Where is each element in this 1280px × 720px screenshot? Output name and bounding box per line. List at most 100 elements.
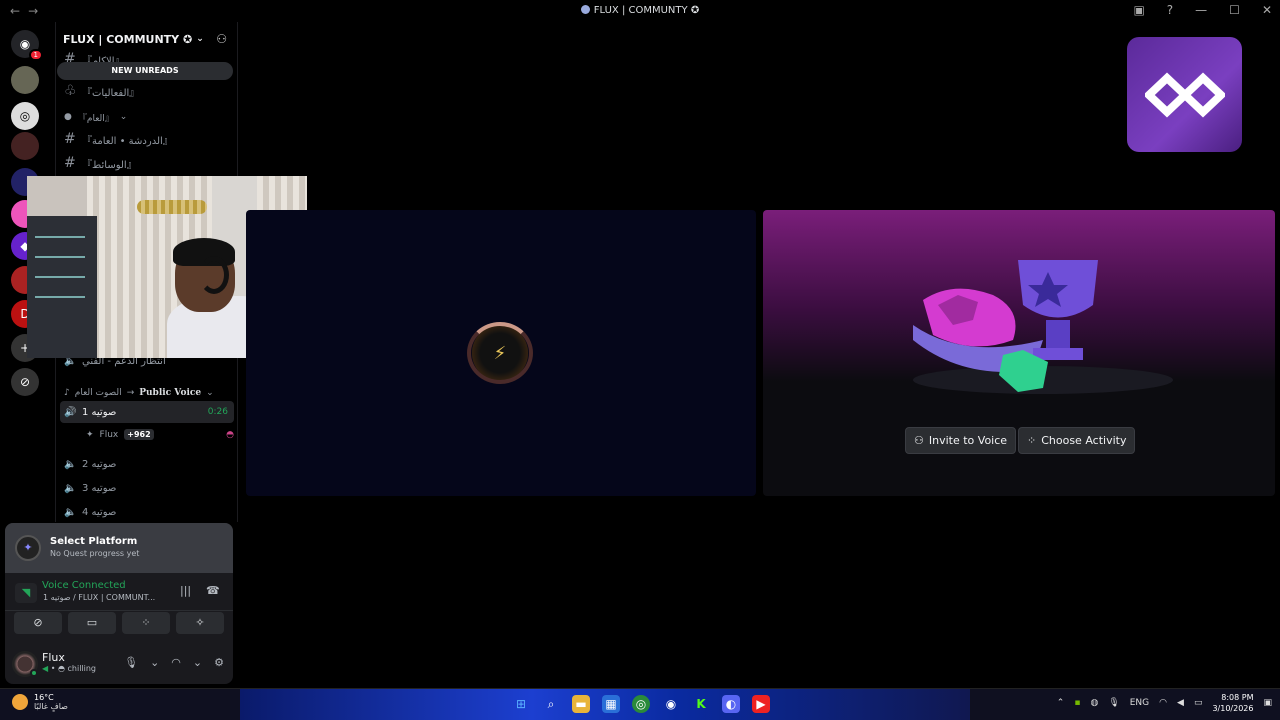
store-icon[interactable]: ▦ xyxy=(602,695,620,713)
choose-activity-button[interactable]: ⁘ Choose Activity xyxy=(1018,427,1136,454)
volume-icon[interactable]: ◀ xyxy=(1177,698,1184,708)
channel-label: صوتيه 4 xyxy=(82,506,117,518)
close-icon[interactable]: ✕ xyxy=(1262,3,1272,17)
weather-widget[interactable]: 16°C صافٍ غالبًا xyxy=(12,693,68,711)
chevron-down-icon: ⌄ xyxy=(196,34,204,44)
voice-channel-1[interactable]: 🔊 صوتيه 1 0:26 xyxy=(60,401,234,423)
server-icon-1[interactable] xyxy=(11,66,39,94)
new-unreads-banner[interactable]: NEW UNREADS xyxy=(57,62,233,80)
microphone-icon[interactable]: 🎙 xyxy=(124,656,138,669)
voice-channel-2[interactable]: 🔈 صوتيه 2 xyxy=(60,453,234,475)
channel-label: 『الفعاليات』 xyxy=(82,87,140,99)
tray-overflow-icon[interactable]: ⌃ xyxy=(1057,698,1065,708)
activities-button[interactable]: ⁘ xyxy=(122,612,170,634)
voice-channel-3[interactable]: 🔈 صوتيه 3 xyxy=(60,477,234,499)
language-indicator[interactable]: ENG xyxy=(1130,698,1149,708)
server-icon-3[interactable] xyxy=(11,132,39,160)
channel-general-chat[interactable]: # 『الدردشة • العامة』 xyxy=(60,128,234,150)
chevron-down-icon[interactable]: ⌄ xyxy=(193,656,202,669)
kick-icon[interactable]: K xyxy=(692,695,710,713)
invite-people-icon[interactable]: ⚇ xyxy=(216,32,227,46)
voice-category-icon: ♪ xyxy=(64,388,70,398)
category-general[interactable]: ● 『العام』 ⌄ xyxy=(60,106,234,128)
category-public-voice[interactable]: ♪ الصوت العام → Public Voice ⌄ xyxy=(64,388,214,398)
channel-events[interactable]: ♧ 『الفعاليات』 xyxy=(60,80,234,102)
invite-to-voice-button[interactable]: ⚇ Invite to Voice xyxy=(905,427,1017,454)
user-avatar: ✦ xyxy=(86,429,94,440)
file-explorer-icon[interactable]: ▬ xyxy=(572,695,590,713)
user-name[interactable]: Flux xyxy=(42,651,65,664)
user-status-text: chilling xyxy=(67,664,97,673)
taskbar: 16°C صافٍ غالبًا ⊞ ⌕ ▬ ▦ ◎ ◉ K ◐ ▶ ⌃ ▪ ◍… xyxy=(0,688,1280,720)
category-label-en: Public Voice xyxy=(139,388,202,398)
channel-media[interactable]: # 『الوسائط』 xyxy=(60,152,234,174)
camera-off-button[interactable]: ⊘ xyxy=(14,612,62,634)
channel-label: صوتيه 2 xyxy=(82,458,117,470)
channel-label: صوتيه 3 xyxy=(82,482,117,494)
voice-status[interactable]: Voice Connected xyxy=(42,580,126,591)
mic-tray-icon[interactable]: 🎙 xyxy=(1108,698,1119,708)
help-icon[interactable]: ? xyxy=(1167,3,1173,17)
quest-subtitle: No Quest progress yet xyxy=(50,549,140,558)
verified-badge-icon: ✪ xyxy=(179,32,193,46)
nvidia-icon[interactable]: ▪ xyxy=(1074,698,1080,708)
discord-home-icon[interactable]: ◉ 1 xyxy=(11,30,43,61)
youtube-icon[interactable]: ▶ xyxy=(752,695,770,713)
quest-banner[interactable]: ✦ Select Platform No Quest progress yet xyxy=(5,523,233,573)
quest-icon: ✦ xyxy=(15,535,41,561)
wifi-icon[interactable]: ◠ xyxy=(1159,698,1167,708)
channel-label: 『الدردشة • العامة』 xyxy=(82,135,173,147)
verified-icon: ✪ xyxy=(690,5,700,16)
headphones-icon[interactable]: ◠ xyxy=(171,656,181,669)
noise-suppression-icon[interactable]: ||| xyxy=(180,584,191,597)
steam-icon[interactable]: ◍ xyxy=(1090,698,1098,708)
voice-timer: 0:26 xyxy=(207,407,228,417)
voice-user-name: Flux xyxy=(99,429,119,440)
clock-date: 3/10/2026 xyxy=(1212,704,1254,713)
discover-icon[interactable]: ⊘ xyxy=(11,368,39,396)
voice-location[interactable]: صوتيه 1 / FLUX | COMMUNT... xyxy=(43,593,173,602)
inbox-icon[interactable]: ▣ xyxy=(1133,3,1144,17)
speaker-icon: 🔈 xyxy=(64,506,77,518)
temperature: 16°C xyxy=(34,693,54,702)
start-icon[interactable]: ⊞ xyxy=(512,695,530,713)
clock-time: 8:08 PM xyxy=(1221,693,1254,702)
minimize-icon[interactable]: — xyxy=(1195,3,1207,17)
headphones-icon xyxy=(199,256,229,294)
user-area: Flux ◀ • ◓ chilling 🎙 ⌄ ◠ ⌄ ⚙ xyxy=(5,645,233,684)
disconnect-icon[interactable]: ☎ xyxy=(206,584,220,597)
chevron-down-icon: ⌄ xyxy=(119,112,128,122)
voice-connection: ◥ Voice Connected صوتيه 1 / FLUX | COMMU… xyxy=(5,573,233,611)
server-icon-2[interactable]: ◎ xyxy=(11,102,39,130)
screen-share-button[interactable]: ▭ xyxy=(68,612,116,634)
maximize-icon[interactable]: ☐ xyxy=(1229,3,1240,17)
obs-icon[interactable]: ◉ xyxy=(662,695,680,713)
channel-label: 『الوسائط』 xyxy=(82,159,137,171)
title-bar: ← → FLUX | COMMUNTY ✪ ▣ ? — ☐ ✕ xyxy=(0,0,1280,22)
server-icon xyxy=(580,5,590,14)
chevron-down-icon[interactable]: ⌄ xyxy=(150,656,159,669)
channel-label: صوتيه 1 xyxy=(82,406,117,418)
settings-gear-icon[interactable]: ⚙ xyxy=(214,656,224,669)
battery-icon[interactable]: ▭ xyxy=(1194,698,1203,708)
window-title: FLUX | COMMUNTY ✪ xyxy=(0,5,1280,16)
voice-user[interactable]: ✦ Flux +962 ◓ xyxy=(86,429,234,440)
discord-icon[interactable]: ◐ xyxy=(722,695,740,713)
chrome-icon[interactable]: ◎ xyxy=(632,695,650,713)
flux-logo-icon xyxy=(1144,71,1225,118)
soundboard-button[interactable]: ✧ xyxy=(176,612,224,634)
signal-icon[interactable]: ◥ xyxy=(15,583,37,603)
flux-logo xyxy=(1127,37,1242,152)
game-status-icon: ◓ xyxy=(57,664,65,673)
clock[interactable]: 8:08 PM 3/10/2026 xyxy=(1212,692,1253,714)
voice-channel-4[interactable]: 🔈 صوتيه 4 xyxy=(60,501,234,523)
back-arrow-icon[interactable]: ← xyxy=(10,4,20,18)
notifications-icon[interactable]: ▣ xyxy=(1263,698,1272,708)
choose-label: Choose Activity xyxy=(1041,434,1127,447)
taskbar-apps: ⊞ ⌕ ▬ ▦ ◎ ◉ K ◐ ▶ xyxy=(512,695,770,713)
server-rack xyxy=(27,216,97,358)
ghost-icon: ♧ xyxy=(64,83,77,99)
forward-arrow-icon[interactable]: → xyxy=(28,4,38,18)
user-panel: ✦ Select Platform No Quest progress yet … xyxy=(5,523,233,684)
search-icon[interactable]: ⌕ xyxy=(542,695,560,713)
